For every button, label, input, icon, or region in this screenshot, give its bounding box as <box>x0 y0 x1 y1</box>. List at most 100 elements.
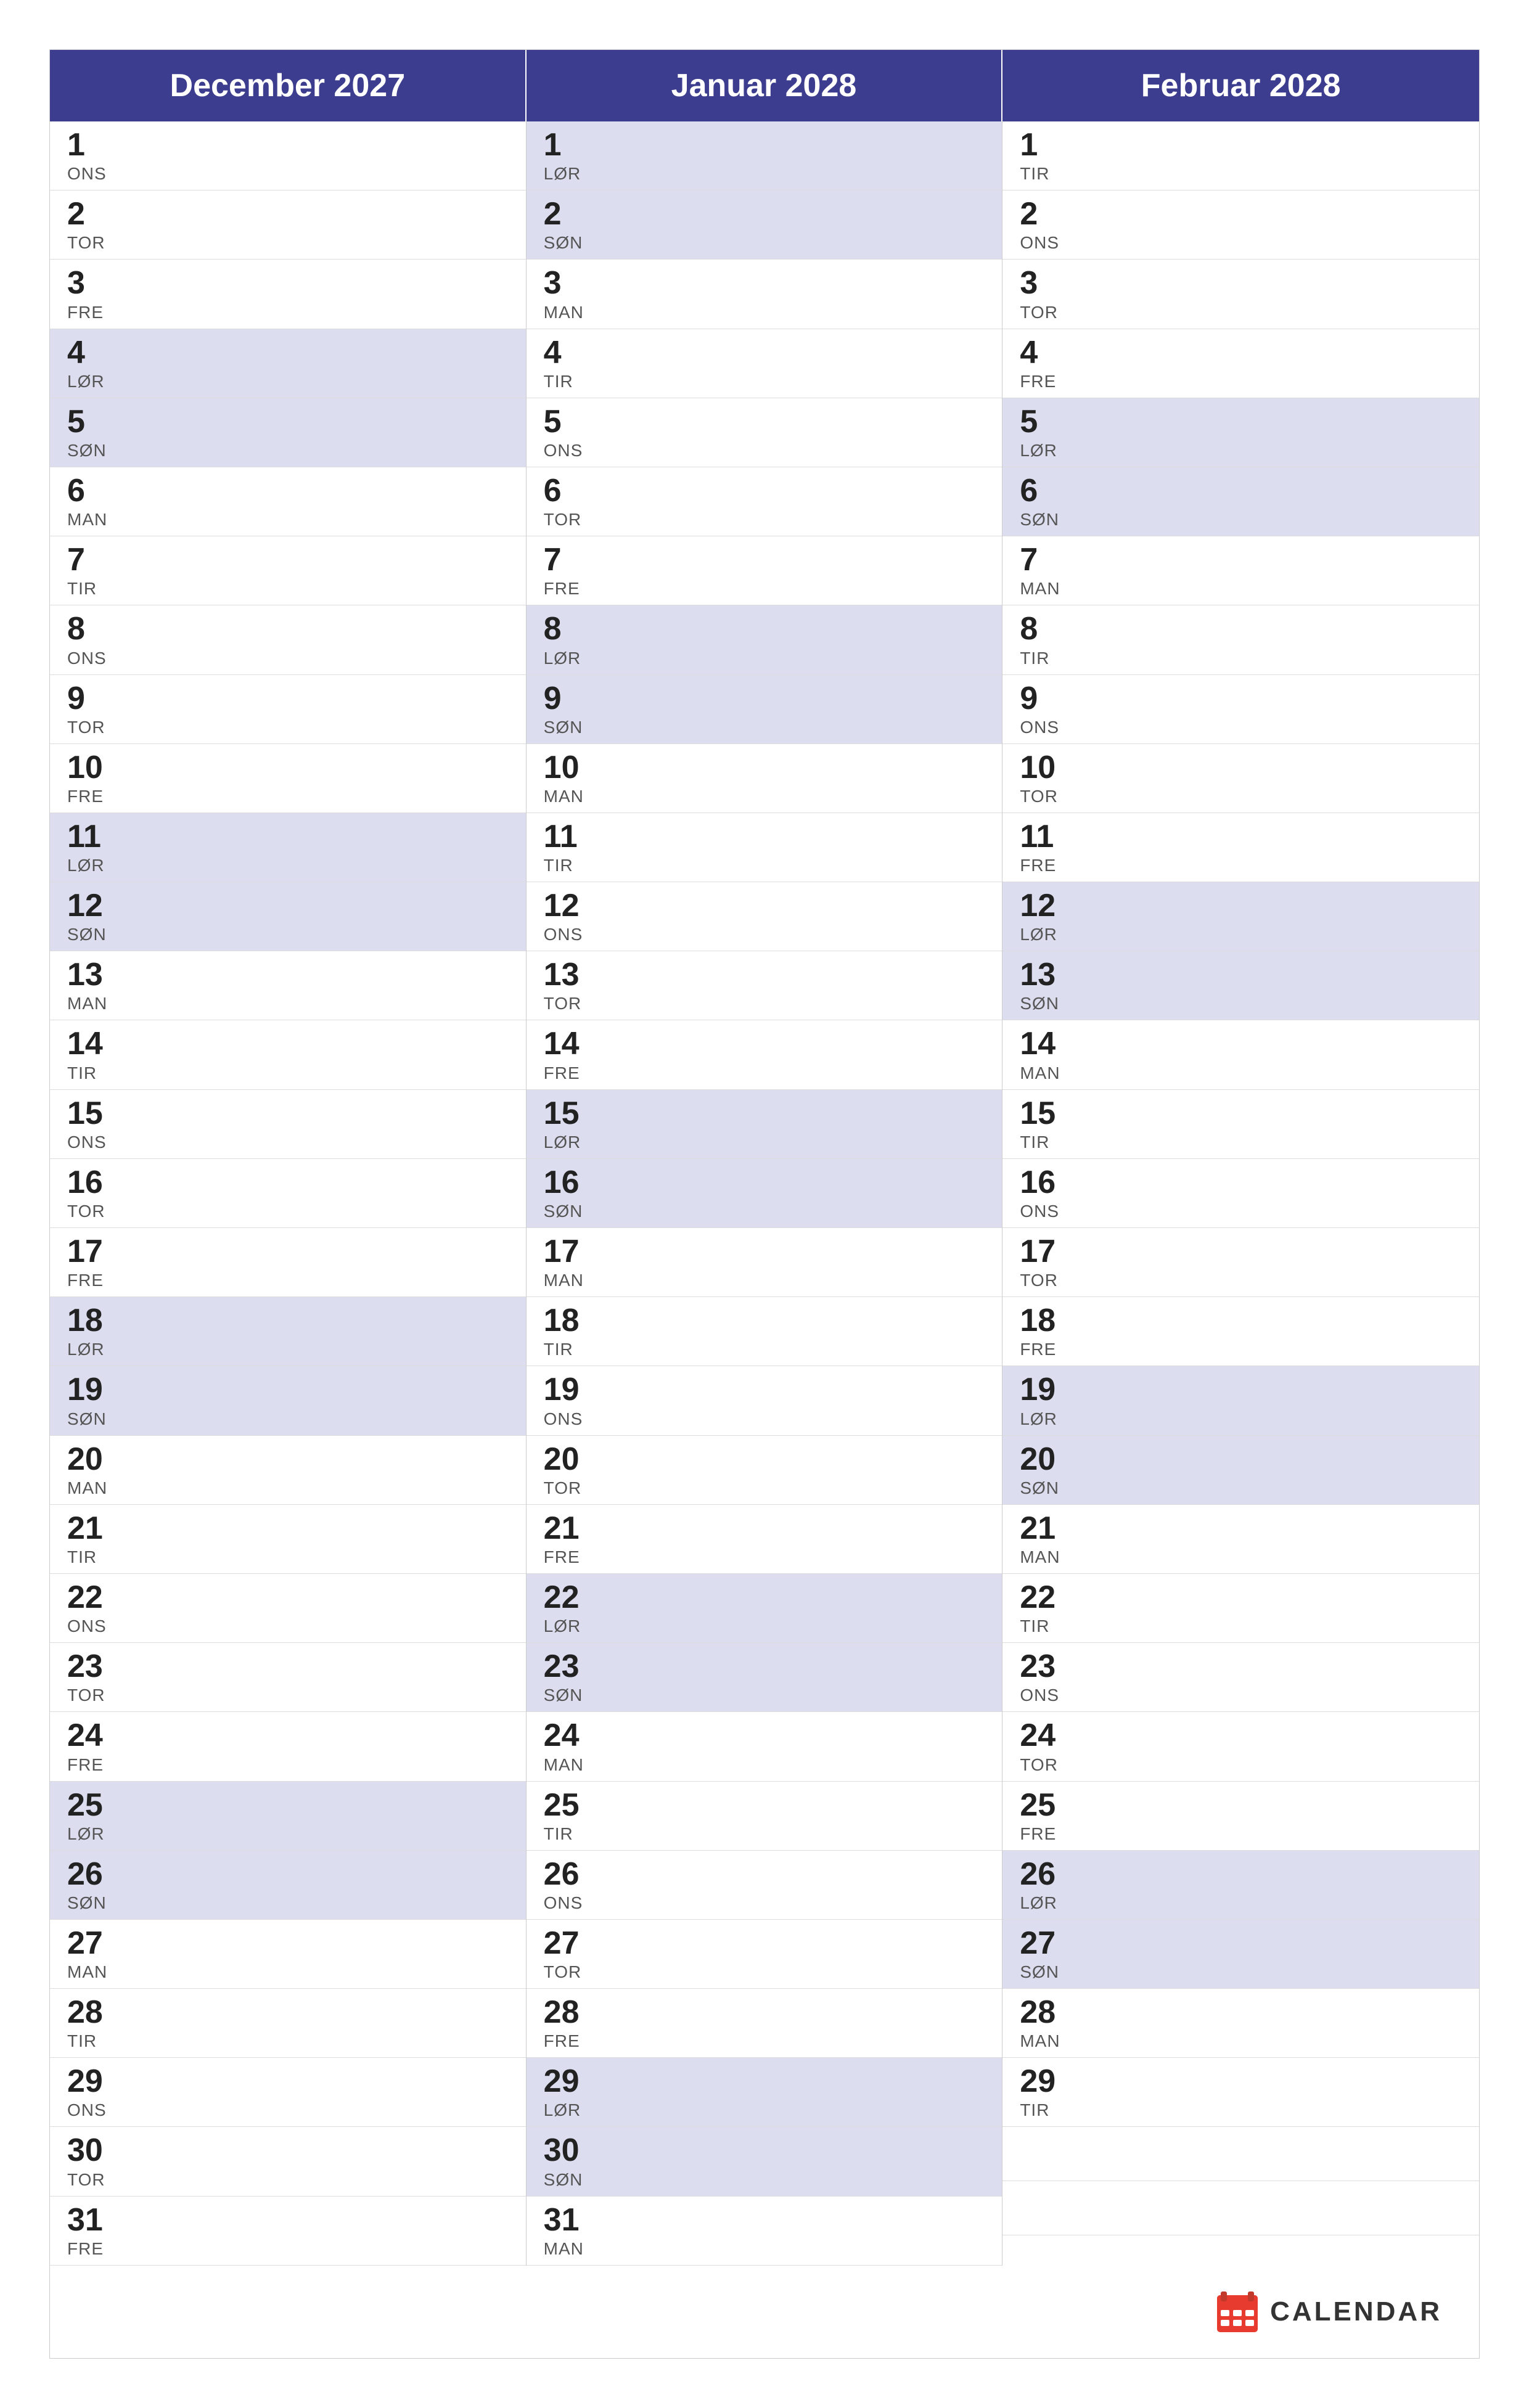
day-cell: 13SØN <box>1002 951 1479 1020</box>
day-name: ONS <box>67 1616 509 1636</box>
day-name: ONS <box>544 441 985 461</box>
day-number: 23 <box>544 1649 985 1684</box>
day-number: 20 <box>67 1442 509 1477</box>
day-name: MAN <box>1020 1547 1462 1567</box>
day-name: TOR <box>1020 1271 1462 1290</box>
day-name: SØN <box>544 718 985 737</box>
day-number: 29 <box>544 2064 985 2099</box>
day-cell: 23ONS <box>1002 1643 1479 1712</box>
day-number: 20 <box>544 1442 985 1477</box>
day-number: 31 <box>544 2203 985 2238</box>
day-number: 3 <box>1020 266 1462 301</box>
day-cell: 8TIR <box>1002 605 1479 674</box>
day-name: TOR <box>544 1962 985 1982</box>
day-number: 27 <box>544 1926 985 1961</box>
day-name: TOR <box>67 718 509 737</box>
day-cell: 24TOR <box>1002 1712 1479 1781</box>
day-name: LØR <box>544 2100 985 2120</box>
day-cell: 11LØR <box>50 813 526 882</box>
month-header-december: December 2027 <box>50 50 527 121</box>
day-name: TOR <box>67 1202 509 1221</box>
day-cell: 11FRE <box>1002 813 1479 882</box>
day-cell: 7MAN <box>1002 536 1479 605</box>
day-number: 28 <box>544 1995 985 2030</box>
day-name: ONS <box>544 925 985 944</box>
day-number: 18 <box>544 1303 985 1338</box>
day-number: 22 <box>67 1580 509 1615</box>
day-number: 9 <box>1020 681 1462 716</box>
day-cell: 25FRE <box>1002 1782 1479 1851</box>
day-name: LØR <box>544 1616 985 1636</box>
day-number: 14 <box>67 1026 509 1062</box>
day-name: ONS <box>1020 1202 1462 1221</box>
day-number: 16 <box>1020 1165 1462 1200</box>
day-cell: 5SØN <box>50 398 526 467</box>
day-number: 28 <box>67 1995 509 2030</box>
day-name: FRE <box>67 787 509 806</box>
day-name: FRE <box>544 1063 985 1083</box>
day-number: 9 <box>67 681 509 716</box>
day-number: 30 <box>544 2133 985 2168</box>
day-name: TIR <box>1020 164 1462 184</box>
day-cell: 13TOR <box>527 951 1002 1020</box>
day-number: 18 <box>67 1303 509 1338</box>
days-grid: 1ONS2TOR3FRE4LØR5SØN6MAN7TIR8ONS9TOR10FR… <box>50 121 1479 2266</box>
header-row: December 2027 Januar 2028 Februar 2028 <box>50 50 1479 121</box>
day-number: 21 <box>1020 1511 1462 1546</box>
day-name: SØN <box>1020 1962 1462 1982</box>
day-number: 3 <box>544 266 985 301</box>
day-name: MAN <box>1020 579 1462 599</box>
day-number: 2 <box>67 197 509 232</box>
day-number: 29 <box>67 2064 509 2099</box>
day-cell: 24FRE <box>50 1712 526 1781</box>
day-number: 4 <box>544 335 985 371</box>
day-cell: 15LØR <box>527 1090 1002 1159</box>
day-number: 16 <box>67 1165 509 1200</box>
day-number: 10 <box>1020 750 1462 785</box>
day-name: TIR <box>67 1063 509 1083</box>
day-cell: 28TIR <box>50 1989 526 2058</box>
day-number: 21 <box>67 1511 509 1546</box>
day-number: 27 <box>67 1926 509 1961</box>
day-number: 26 <box>67 1857 509 1892</box>
day-number: 5 <box>67 404 509 440</box>
day-cell: 16SØN <box>527 1159 1002 1228</box>
day-name: SØN <box>544 1685 985 1705</box>
day-number: 8 <box>544 612 985 647</box>
day-number: 13 <box>67 957 509 993</box>
day-cell: 21FRE <box>527 1505 1002 1574</box>
day-cell: 4TIR <box>527 329 1002 398</box>
day-cell: 2ONS <box>1002 190 1479 260</box>
day-name: FRE <box>67 1755 509 1775</box>
day-cell: 21MAN <box>1002 1505 1479 1574</box>
day-name: TIR <box>1020 649 1462 668</box>
day-name: ONS <box>1020 718 1462 737</box>
day-name: FRE <box>1020 1824 1462 1844</box>
day-name: TOR <box>1020 1755 1462 1775</box>
day-cell: 6SØN <box>1002 467 1479 536</box>
day-name: ONS <box>1020 233 1462 253</box>
day-number: 16 <box>544 1165 985 1200</box>
day-number: 4 <box>1020 335 1462 371</box>
day-number: 26 <box>544 1857 985 1892</box>
day-name: MAN <box>1020 2031 1462 2051</box>
day-name: MAN <box>544 1271 985 1290</box>
day-cell: 2TOR <box>50 190 526 260</box>
day-name: TIR <box>1020 1616 1462 1636</box>
day-name: LØR <box>67 856 509 875</box>
day-cell: 19SØN <box>50 1366 526 1435</box>
day-cell: 22TIR <box>1002 1574 1479 1643</box>
day-number: 7 <box>544 543 985 578</box>
day-name: MAN <box>1020 1063 1462 1083</box>
day-name: FRE <box>1020 372 1462 391</box>
day-number: 25 <box>544 1788 985 1823</box>
day-number: 1 <box>1020 128 1462 163</box>
day-name: FRE <box>67 1271 509 1290</box>
day-name: TIR <box>1020 1132 1462 1152</box>
day-name: LØR <box>1020 1893 1462 1913</box>
day-cell: 10TOR <box>1002 744 1479 813</box>
day-cell: 2SØN <box>527 190 1002 260</box>
day-cell-empty <box>1002 2127 1479 2181</box>
day-number: 7 <box>1020 543 1462 578</box>
day-name: MAN <box>544 787 985 806</box>
